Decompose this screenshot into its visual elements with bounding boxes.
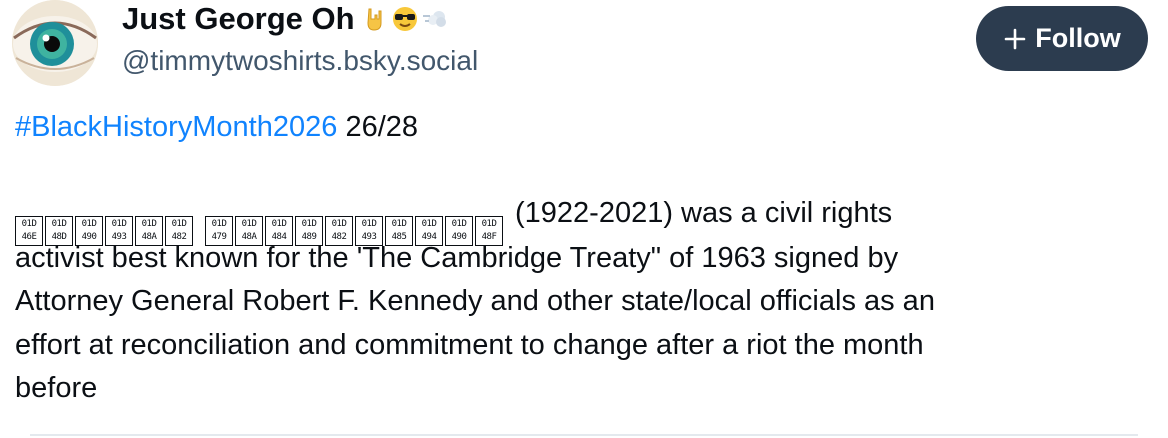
missing-glyph-code: 01D [391, 219, 407, 229]
author-display-name[interactable]: Just George Oh [122, 0, 355, 38]
missing-glyph-code: 01D [51, 219, 67, 229]
missing-glyph-code: 01D [111, 219, 127, 229]
missing-glyph-code: 01D [211, 219, 227, 229]
post-first-line: #BlackHistoryMonth2026 26/28 [15, 106, 1155, 149]
missing-glyph-code: 01D [481, 219, 497, 229]
post-body-line-3: Attorney General Robert F. Kennedy and o… [15, 285, 935, 317]
post-body-line-5: before [15, 372, 98, 404]
missing-glyph-code: 01D [171, 219, 187, 229]
missing-glyph-code: 01D [421, 219, 437, 229]
avatar[interactable] [12, 0, 98, 86]
post-text: (1922-2021) was a civil rights [515, 197, 893, 229]
follow-button[interactable]: Follow [976, 6, 1148, 71]
post-card: Just George Oh @timmytwoshirts.bsky.soci… [0, 0, 1168, 438]
author-handle[interactable]: @timmytwoshirts.bsky.social [122, 43, 478, 79]
missing-glyph-code: 01D [241, 219, 257, 229]
author-display-name-row[interactable]: Just George Oh [122, 0, 449, 38]
missing-glyph-code: 01D [141, 219, 157, 229]
eye-avatar-image [12, 0, 98, 86]
missing-glyph-code: 01D [361, 219, 377, 229]
sunglasses-face-icon [392, 7, 417, 31]
missing-glyph-code: 01D [271, 219, 287, 229]
post-counter: 26/28 [345, 111, 419, 143]
post-body-line-4: effort at reconciliation and commitment … [15, 329, 924, 361]
missing-glyph-code: 01D [81, 219, 97, 229]
rock-on-hand-icon [367, 8, 382, 31]
missing-glyph-code: 01D [301, 219, 317, 229]
missing-glyph-code: 01D [21, 219, 37, 229]
plus-icon [1004, 28, 1026, 49]
missing-glyph-code: 01D [331, 219, 347, 229]
post-body-line-2: activist best known for the 'The Cambrid… [15, 242, 899, 274]
hashtag-link[interactable]: #BlackHistoryMonth2026 [15, 111, 337, 143]
follow-button-label: Follow [1035, 23, 1121, 53]
dash-cloud-icon [422, 11, 446, 27]
post-divider [30, 434, 1138, 436]
name-emoji-group [361, 5, 449, 33]
missing-glyph-code: 01D [451, 219, 467, 229]
